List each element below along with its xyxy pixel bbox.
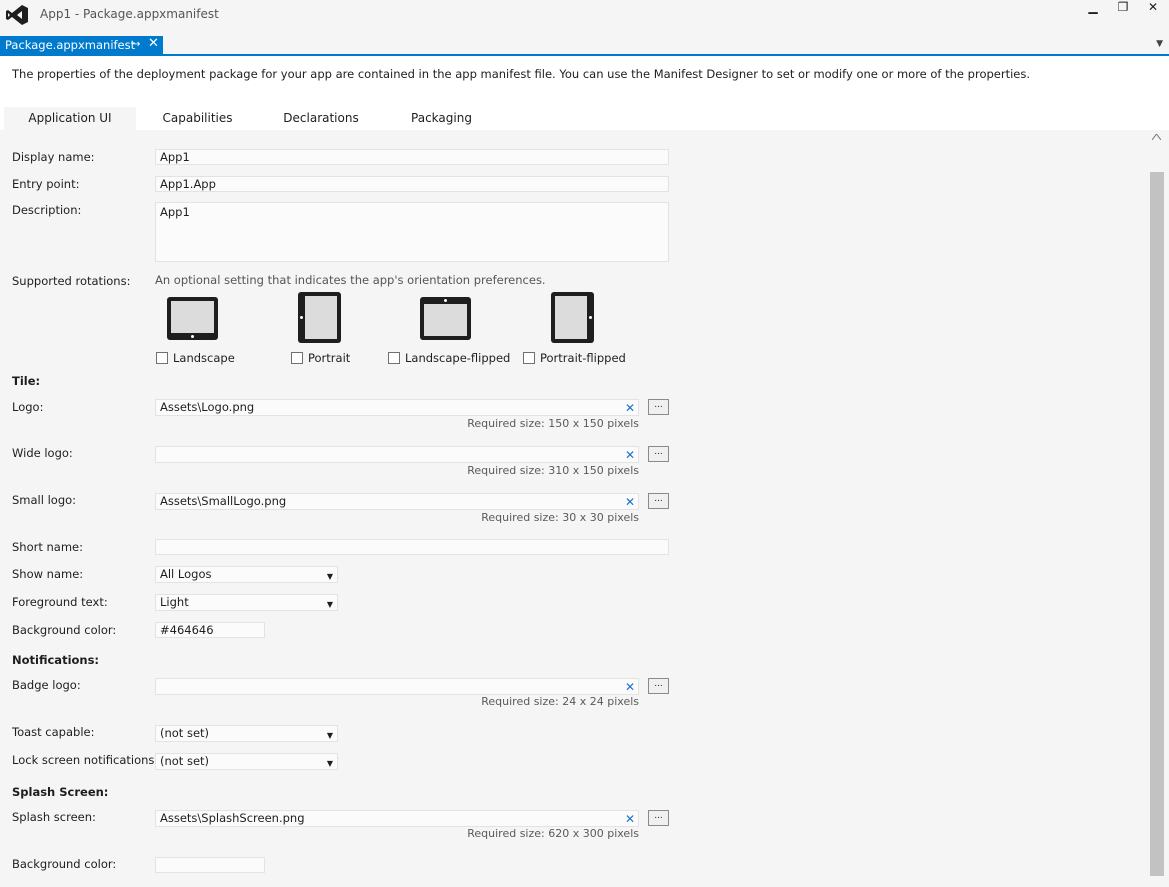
portrait-flipped-label: Portrait-flipped <box>540 351 626 365</box>
close-window-button[interactable]: ✕ <box>1140 0 1166 18</box>
splash-background-color-input[interactable] <box>155 857 265 873</box>
show-name-value: All Logos <box>160 567 212 581</box>
scrollbar-thumb[interactable] <box>1150 172 1164 876</box>
tab-declarations[interactable]: Declarations <box>262 107 380 130</box>
portrait-checkbox[interactable] <box>291 352 303 364</box>
toast-capable-select[interactable]: (not set) ▼ <box>155 725 338 742</box>
badge-logo-clear-icon[interactable]: ✕ <box>625 680 635 694</box>
chevron-down-icon: ▼ <box>326 600 333 609</box>
logo-browse-button[interactable]: ... <box>648 399 669 415</box>
landscape-flipped-device-icon <box>420 297 471 340</box>
restore-button[interactable]: ❐ <box>1110 0 1136 18</box>
supported-rotations-label: Supported rotations: <box>12 274 131 288</box>
logo-label: Logo: <box>12 400 44 414</box>
application-ui-panel: Display name: App1 Entry point: App1.App… <box>0 130 1148 887</box>
splash-screen-browse-button[interactable]: ... <box>648 810 669 826</box>
small-logo-browse-button[interactable]: ... <box>648 493 669 509</box>
close-tab-icon[interactable]: ✕ <box>148 35 159 53</box>
lock-screen-notifications-value: (not set) <box>160 754 210 768</box>
portrait-flipped-checkbox[interactable] <box>523 352 535 364</box>
badge-logo-label: Badge logo: <box>12 678 81 692</box>
intro-text: The properties of the deployment package… <box>12 67 1031 81</box>
badge-logo-browse-button[interactable]: ... <box>648 678 669 694</box>
portrait-device-icon <box>298 292 341 343</box>
entry-point-input[interactable]: App1.App <box>155 176 669 192</box>
tab-packaging[interactable]: Packaging <box>384 107 499 130</box>
tab-application-ui[interactable]: Application UI <box>4 107 136 130</box>
portrait-label: Portrait <box>308 351 351 365</box>
wide-logo-required-size: Required size: 310 x 150 pixels <box>467 464 639 477</box>
foreground-text-select[interactable]: Light ▼ <box>155 594 338 611</box>
visual-studio-logo-icon <box>6 5 28 25</box>
tile-section-heading: Tile: <box>12 374 41 388</box>
landscape-device-icon <box>167 297 218 340</box>
small-logo-input[interactable]: Assets\SmallLogo.png <box>155 493 639 510</box>
title-bar: App1 - Package.appxmanifest ▁ ❐ ✕ <box>0 0 1169 32</box>
rotations-hint: An optional setting that indicates the a… <box>155 273 546 287</box>
short-name-label: Short name: <box>12 540 84 554</box>
tile-background-color-label: Background color: <box>12 623 117 637</box>
minimize-button[interactable]: ▁ <box>1080 0 1106 18</box>
splash-screen-input[interactable]: Assets\SplashScreen.png <box>155 810 639 827</box>
logo-input[interactable]: Assets\Logo.png <box>155 399 639 416</box>
property-tabs: Application UI Capabilities Declarations… <box>0 102 1169 130</box>
landscape-label: Landscape <box>173 351 235 365</box>
foreground-text-label: Foreground text: <box>12 595 108 609</box>
window-title: App1 - Package.appxmanifest <box>40 7 219 21</box>
document-tab[interactable]: Package.appxmanifest → ✕ <box>0 36 163 54</box>
toast-capable-label: Toast capable: <box>12 725 95 739</box>
description-label: Description: <box>12 203 82 217</box>
tab-capabilities[interactable]: Capabilities <box>140 107 255 130</box>
splash-screen-clear-icon[interactable]: ✕ <box>625 812 635 826</box>
landscape-checkbox[interactable] <box>156 352 168 364</box>
foreground-text-value: Light <box>160 595 189 609</box>
badge-logo-required-size: Required size: 24 x 24 pixels <box>481 695 639 708</box>
splash-background-color-label: Background color: <box>12 857 117 871</box>
logo-clear-icon[interactable]: ✕ <box>625 401 635 415</box>
splash-screen-label: Splash screen: <box>12 810 96 824</box>
small-logo-clear-icon[interactable]: ✕ <box>625 495 635 509</box>
splash-screen-required-size: Required size: 620 x 300 pixels <box>467 827 639 840</box>
chevron-down-icon: ▼ <box>326 572 333 581</box>
document-tab-strip: Package.appxmanifest → ✕ ▼ <box>0 36 1169 56</box>
wide-logo-browse-button[interactable]: ... <box>648 446 669 462</box>
splash-section-heading: Splash Screen: <box>12 785 109 799</box>
manifest-description-area: The properties of the deployment package… <box>0 56 1169 102</box>
wide-logo-label: Wide logo: <box>12 446 73 460</box>
landscape-flipped-label: Landscape-flipped <box>405 351 511 365</box>
description-textarea[interactable]: App1 <box>155 202 669 262</box>
badge-logo-input[interactable] <box>155 678 639 695</box>
display-name-label: Display name: <box>12 150 95 164</box>
display-name-input[interactable]: App1 <box>155 149 669 165</box>
landscape-flipped-checkbox[interactable] <box>388 352 400 364</box>
wide-logo-input[interactable] <box>155 446 639 463</box>
chevron-down-icon: ▼ <box>326 731 333 740</box>
short-name-input[interactable] <box>155 539 669 555</box>
tab-overflow-chevron-down-icon[interactable]: ▼ <box>1156 39 1163 49</box>
show-name-label: Show name: <box>12 567 84 581</box>
small-logo-label: Small logo: <box>12 493 77 507</box>
show-name-select[interactable]: All Logos ▼ <box>155 566 338 583</box>
small-logo-required-size: Required size: 30 x 30 pixels <box>481 511 639 524</box>
lock-screen-notifications-label: Lock screen notifications: <box>12 753 159 767</box>
portrait-flipped-device-icon <box>551 292 594 343</box>
tile-background-color-input[interactable]: #464646 <box>155 622 265 638</box>
vertical-scrollbar[interactable] <box>1148 130 1169 887</box>
chevron-down-icon: ▼ <box>326 759 333 768</box>
notifications-section-heading: Notifications: <box>12 653 100 667</box>
logo-required-size: Required size: 150 x 150 pixels <box>467 417 639 430</box>
entry-point-label: Entry point: <box>12 177 80 191</box>
pin-icon[interactable]: → <box>132 36 140 54</box>
toast-capable-value: (not set) <box>160 726 210 740</box>
scroll-up-arrow-icon[interactable] <box>1152 134 1161 140</box>
document-tab-label: Package.appxmanifest <box>5 38 136 52</box>
lock-screen-notifications-select[interactable]: (not set) ▼ <box>155 753 338 770</box>
wide-logo-clear-icon[interactable]: ✕ <box>625 448 635 462</box>
